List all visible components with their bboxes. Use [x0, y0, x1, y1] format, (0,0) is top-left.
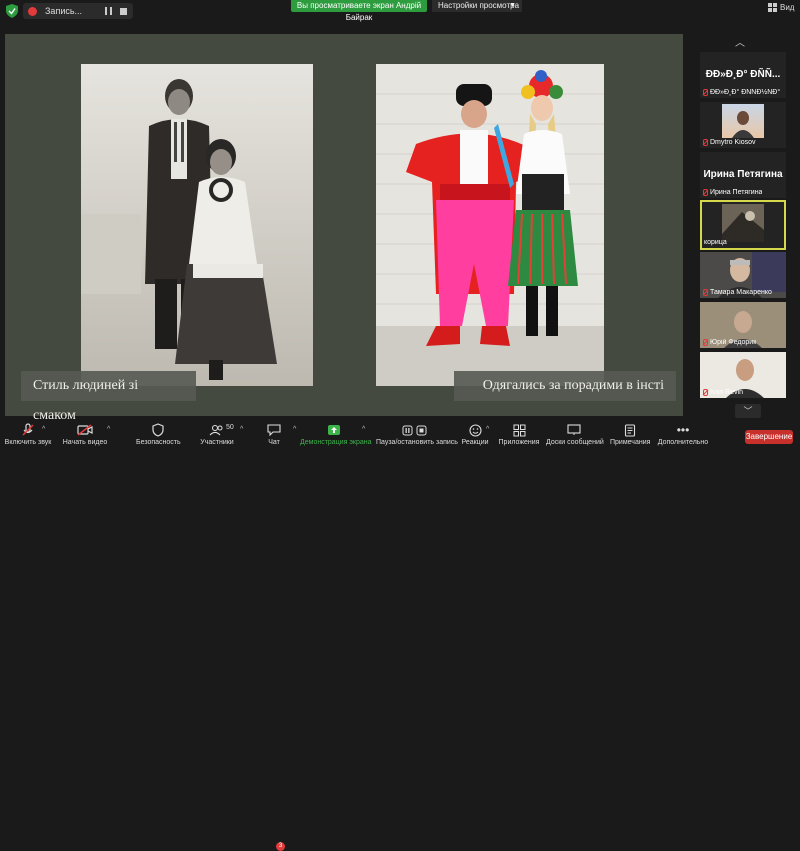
view-button-label: Вид: [780, 3, 795, 12]
shared-screen: Стиль людиней зі смаком Одягались за пор…: [5, 34, 683, 423]
pause-recording-icon[interactable]: [105, 7, 112, 15]
participant-name: ÐÐ»Ð¸Ð° ÐÑÑÐ½ÑÐ°: [702, 89, 780, 96]
chat-icon: [262, 422, 286, 438]
person-image: [732, 111, 754, 138]
vintage-couple-photo: [81, 64, 313, 386]
reactions-options-chevron-icon[interactable]: ^: [486, 426, 489, 433]
pause-stop-icon: [376, 422, 452, 438]
mic-muted-icon: [702, 389, 708, 396]
apps-label: Приложения: [498, 439, 540, 446]
more-button[interactable]: ••• Дополнительно: [656, 422, 710, 446]
meeting-toolbar: Включить звук ^ Начать видео ^ Безопасно…: [0, 420, 800, 851]
participant-tile-active-speaker[interactable]: корица: [700, 200, 786, 250]
participant-name: Ирина Петягина: [702, 189, 762, 196]
participant-name: Dmytro Kiosov: [702, 139, 756, 146]
mic-muted-icon: [702, 89, 708, 96]
notes-icon: [610, 422, 650, 438]
whiteboards-label: Доски сообщений: [546, 439, 604, 446]
share-options-chevron-icon[interactable]: ^: [362, 426, 365, 433]
participant-tile[interactable]: Ivan Revin: [700, 352, 786, 398]
whiteboard-icon: [546, 422, 602, 438]
share-screen-label: Демонстрация экрана: [300, 439, 372, 446]
unmute-label: Включить звук: [4, 439, 52, 446]
view-button[interactable]: Вид: [768, 3, 794, 12]
costume-couple-photo: [376, 64, 604, 386]
more-label: Дополнительно: [657, 439, 709, 446]
pause-stop-recording-button[interactable]: Пауза/остановить запись: [376, 422, 458, 446]
top-bar: Запись... Вы просматриваете экран Андрій…: [0, 0, 800, 22]
view-options-label: Настройки просмотра: [438, 1, 520, 10]
mic-muted-icon: [702, 339, 708, 346]
start-video-label: Начать видео: [62, 439, 108, 446]
costume-photo-image: [376, 64, 604, 386]
notes-button[interactable]: Примечания: [610, 422, 650, 446]
participant-name-label: ÐÐ»Ð¸Ð° ÐÑÑÐ½ÑÐ°: [710, 89, 781, 96]
chat-button[interactable]: Чат: [262, 422, 286, 446]
participant-name: корица: [704, 239, 727, 246]
participants-options-chevron-icon[interactable]: ^: [240, 426, 243, 433]
participants-count: 50: [226, 424, 234, 431]
participant-name: Тамара Макаренко: [702, 289, 772, 296]
stop-recording-icon[interactable]: [120, 7, 127, 15]
participant-name: Юрій Федорик: [702, 339, 756, 346]
mic-muted-icon: [702, 289, 708, 296]
blurred-photo-image: [722, 204, 764, 242]
participant-name-label: Dmytro Kiosov: [710, 139, 756, 146]
participant-tile[interactable]: ÐÐ»Ð¸Ð° ÐÑÑ... ÐÐ»Ð¸Ð° ÐÑÑÐ½ÑÐ°: [700, 52, 786, 98]
recording-dot-icon: [28, 6, 37, 16]
participant-tile[interactable]: Dmytro Kiosov: [700, 102, 786, 148]
shield-icon[interactable]: [6, 4, 18, 18]
security-button[interactable]: Безопасность: [136, 422, 181, 446]
share-screen-icon: [300, 422, 368, 438]
notes-label: Примечания: [610, 439, 651, 446]
gallery-scroll-down-button[interactable]: ﹀: [735, 404, 761, 418]
grid-icon: [768, 3, 777, 12]
participant-name-label: Ирина Петягина: [710, 189, 763, 196]
participant-name-label: корица: [704, 239, 727, 246]
participant-display-name: ÐÐ»Ð¸Ð° ÐÑÑ...: [705, 69, 781, 80]
share-banner: Вы просматриваете экран Андрій Байрак: [291, 0, 427, 22]
vintage-photo-image: [81, 64, 313, 386]
slide-caption-right: Одягались за порадими в інсті: [454, 371, 676, 401]
mic-muted-icon: [702, 139, 708, 146]
participant-tile[interactable]: Тамара Макаренко: [700, 252, 786, 298]
gallery-scroll-up-icon[interactable]: ︿: [735, 34, 745, 49]
slide-caption-left: Стиль людиней зі смаком: [21, 371, 196, 423]
whiteboards-button[interactable]: Доски сообщений: [546, 422, 604, 446]
shield-icon: [136, 422, 180, 438]
recording-indicator: Запись...: [23, 3, 133, 19]
participant-name-label: Тамара Макаренко: [710, 289, 772, 296]
participant-display-name: Ирина Петягина: [703, 169, 783, 180]
security-label: Безопасность: [136, 439, 181, 446]
chat-unread-badge: 3: [276, 842, 285, 851]
participant-video-thumbnail: [722, 104, 764, 138]
view-options-button[interactable]: Настройки просмотра ▼: [432, 0, 522, 12]
participant-video-thumbnail: [722, 204, 764, 242]
audio-options-chevron-icon[interactable]: ^: [42, 426, 45, 433]
apps-icon: [498, 422, 540, 438]
chevron-down-icon: ▼: [509, 2, 516, 9]
recording-label: Запись...: [45, 6, 83, 16]
pause-stop-recording-label: Пауза/остановить запись: [376, 439, 458, 446]
video-options-chevron-icon[interactable]: ^: [107, 426, 110, 433]
reactions-label: Реакции: [461, 439, 489, 446]
participant-tile[interactable]: Юрій Федорик: [700, 302, 786, 348]
mic-muted-icon: [702, 189, 708, 196]
participant-name-label: Юрій Федорик: [710, 339, 757, 346]
participants-label: Участники: [200, 439, 234, 446]
video-off-icon: [60, 422, 110, 438]
share-screen-button[interactable]: Демонстрация экрана: [300, 422, 372, 446]
participant-name: Ivan Revin: [702, 389, 743, 396]
participant-tile[interactable]: Ирина Петягина Ирина Петягина: [700, 152, 786, 198]
chat-label: Чат: [268, 439, 280, 446]
participant-name-label: Ivan Revin: [710, 389, 744, 396]
end-meeting-button[interactable]: Завершение: [745, 430, 793, 444]
apps-button[interactable]: Приложения: [498, 422, 540, 446]
chat-options-chevron-icon[interactable]: ^: [293, 426, 296, 433]
start-video-button[interactable]: Начать видео: [60, 422, 110, 446]
more-dots-icon: •••: [676, 423, 690, 437]
